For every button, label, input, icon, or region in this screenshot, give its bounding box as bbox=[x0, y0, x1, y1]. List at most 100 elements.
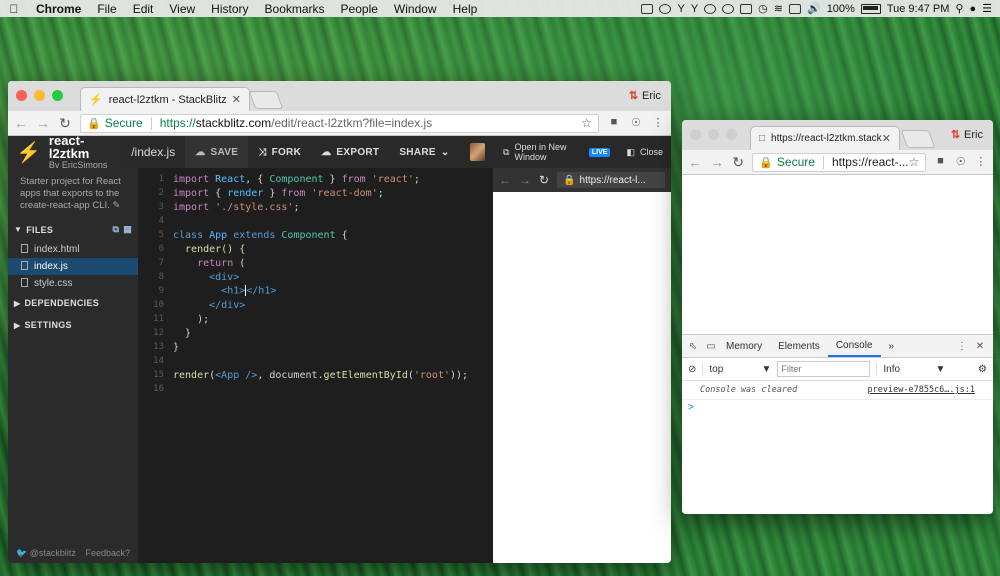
address-bar[interactable]: 🔒 Secure https://react-... ☆ bbox=[752, 152, 927, 172]
dependencies-section-header[interactable]: ▶ DEPENDENCIES bbox=[8, 292, 138, 314]
devtools-menu-icon[interactable]: ⋮ bbox=[955, 335, 969, 357]
export-button[interactable]: ☁ EXPORT bbox=[311, 147, 389, 158]
clear-console-icon[interactable]: ⊘ bbox=[688, 364, 696, 375]
log-level-select[interactable]: Info ▼ bbox=[876, 363, 945, 375]
new-tab-button[interactable] bbox=[248, 91, 284, 109]
avatar[interactable] bbox=[469, 143, 486, 161]
close-window-button[interactable] bbox=[16, 90, 27, 101]
screen-record-icon[interactable] bbox=[641, 3, 654, 14]
save-button[interactable]: ☁ SAVE bbox=[185, 136, 249, 168]
menu-help[interactable]: Help bbox=[445, 2, 486, 16]
y-status-icon-2[interactable]: Y bbox=[691, 3, 698, 15]
keyboard-icon[interactable] bbox=[740, 3, 753, 14]
menu-dots-icon[interactable]: ⋮ bbox=[651, 116, 665, 130]
back-icon[interactable]: ← bbox=[14, 115, 28, 131]
pencil-icon[interactable]: ✎ bbox=[112, 200, 120, 211]
menu-window[interactable]: Window bbox=[386, 2, 445, 16]
device-toolbar-icon[interactable]: ▭ bbox=[704, 335, 718, 357]
tab-close-icon[interactable]: ✕ bbox=[232, 93, 241, 106]
minimize-window-button[interactable] bbox=[708, 129, 719, 140]
address-bar[interactable]: 🔒 Secure https://stackblitz.com/edit/rea… bbox=[80, 113, 599, 133]
feedback-link[interactable]: Feedback? bbox=[85, 548, 130, 558]
preview-pane: ← → ↻ 🔒 https://react-l... bbox=[493, 168, 671, 563]
reload-icon[interactable]: ↻ bbox=[58, 115, 72, 132]
tab-elements[interactable]: Elements bbox=[770, 335, 828, 357]
y-status-icon[interactable]: Y bbox=[677, 3, 684, 15]
devtools-close-icon[interactable]: ✕ bbox=[973, 335, 987, 357]
forward-icon[interactable]: → bbox=[36, 115, 50, 131]
maximize-window-button[interactable] bbox=[726, 129, 737, 140]
new-folder-icon[interactable]: ▦ bbox=[123, 224, 132, 235]
file-item-index-js[interactable]: index.js bbox=[8, 258, 138, 275]
preview-url-bar[interactable]: 🔒 https://react-l... bbox=[557, 172, 665, 188]
menu-view[interactable]: View bbox=[161, 2, 203, 16]
tab-close-icon[interactable]: ✕ bbox=[882, 132, 891, 145]
reload-icon[interactable]: ↻ bbox=[732, 154, 744, 171]
settings-section-header[interactable]: ▶ SETTINGS bbox=[8, 314, 138, 336]
airplay-icon[interactable] bbox=[788, 3, 801, 14]
clock[interactable]: Tue 9:47 PM bbox=[887, 3, 950, 15]
open-new-window-button[interactable]: ⧉ Open in New Window LIVE bbox=[495, 142, 618, 162]
stackblitz-logo-icon[interactable]: ⚡ bbox=[16, 140, 41, 165]
code-editor[interactable]: 1 import React, { Component } from 'react… bbox=[138, 168, 493, 563]
menu-list-icon[interactable]: ☰ bbox=[982, 2, 992, 15]
menu-app-name[interactable]: Chrome bbox=[28, 2, 89, 16]
console-settings-icon[interactable]: ⚙ bbox=[978, 364, 987, 375]
apple-menu-icon[interactable]:  bbox=[0, 2, 28, 16]
user-avatar-icon[interactable]: ● bbox=[969, 3, 976, 15]
preview-reload-icon[interactable]: ↻ bbox=[539, 173, 549, 187]
preview-back-icon[interactable]: ← bbox=[499, 173, 511, 187]
search-icon[interactable]: ⚲ bbox=[955, 2, 963, 15]
twitter-link[interactable]: 🐦 @stackblitz bbox=[16, 548, 76, 559]
back-icon[interactable]: ← bbox=[688, 154, 702, 170]
new-tab-button[interactable] bbox=[900, 130, 936, 148]
project-name[interactable]: react-l2ztkm bbox=[49, 134, 121, 160]
menu-people[interactable]: People bbox=[333, 2, 386, 16]
project-description[interactable]: Starter project for React apps that expo… bbox=[8, 168, 138, 218]
menu-bookmarks[interactable]: Bookmarks bbox=[257, 2, 333, 16]
tab-memory[interactable]: Memory bbox=[718, 335, 770, 357]
extension-2-icon[interactable]: ☉ bbox=[955, 155, 967, 169]
bookmark-star-icon[interactable]: ☆ bbox=[581, 116, 592, 130]
preview-forward-icon[interactable]: → bbox=[519, 173, 531, 187]
close-window-button[interactable] bbox=[690, 129, 701, 140]
file-item-style-css[interactable]: style.css bbox=[8, 275, 138, 292]
menu-edit[interactable]: Edit bbox=[125, 2, 162, 16]
file-item-index-html[interactable]: index.html bbox=[8, 241, 138, 258]
battery-icon[interactable] bbox=[860, 3, 881, 14]
menu-file[interactable]: File bbox=[89, 2, 124, 16]
minimize-window-button[interactable] bbox=[34, 90, 45, 101]
browser-tab[interactable]: □ https://react-l2ztkm.stackbli ✕ bbox=[750, 126, 900, 150]
active-file-tab[interactable]: /index.js bbox=[121, 145, 185, 159]
status-icon[interactable] bbox=[659, 3, 672, 14]
menu-dots-icon[interactable]: ⋮ bbox=[975, 155, 987, 169]
console-filter-input[interactable]: Filter bbox=[777, 361, 871, 377]
files-section-header[interactable]: ▼ FILES ⧉ ▦ bbox=[8, 218, 138, 241]
wifi-icon[interactable]: ≋ bbox=[774, 2, 783, 15]
secure-label: Secure bbox=[776, 155, 815, 169]
profile-button[interactable]: ⇅ Eric bbox=[629, 89, 661, 102]
fork-button[interactable]: ⤨ FORK bbox=[248, 147, 311, 158]
extension-icon[interactable]: ■ bbox=[934, 155, 946, 169]
context-select[interactable]: top ▼ bbox=[702, 363, 771, 375]
console-source-link[interactable]: preview-e7855c6….js:1 bbox=[868, 385, 975, 395]
more-tabs-button[interactable]: » bbox=[881, 335, 903, 357]
bookmark-star-icon[interactable]: ☆ bbox=[909, 155, 920, 169]
extension-icon[interactable]: ■ bbox=[607, 116, 621, 130]
browser-tab[interactable]: ⚡ react-l2ztkm - StackBlitz ✕ bbox=[80, 87, 250, 111]
maximize-window-button[interactable] bbox=[52, 90, 63, 101]
console-prompt[interactable]: > bbox=[682, 400, 993, 415]
inspect-element-icon[interactable]: ⬁ bbox=[686, 335, 700, 357]
forward-icon[interactable]: → bbox=[710, 154, 724, 170]
extension-2-icon[interactable]: ☉ bbox=[629, 116, 643, 130]
sync-icon[interactable] bbox=[704, 3, 717, 14]
timer-icon[interactable]: ◷ bbox=[758, 2, 768, 15]
no-entry-icon[interactable] bbox=[722, 3, 735, 14]
volume-icon[interactable]: 🔊 bbox=[807, 2, 821, 15]
profile-button[interactable]: ⇅ Eric bbox=[951, 128, 983, 141]
new-file-icon[interactable]: ⧉ bbox=[112, 224, 119, 235]
tab-console[interactable]: Console bbox=[827, 335, 881, 357]
share-button[interactable]: SHARE ⌄ bbox=[389, 147, 459, 158]
close-preview-button[interactable]: ◧ Close bbox=[618, 147, 671, 158]
menu-history[interactable]: History bbox=[203, 2, 256, 16]
